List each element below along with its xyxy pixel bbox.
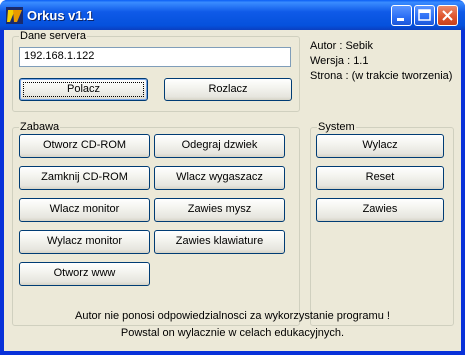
minimize-icon: [397, 18, 404, 21]
minimize-button[interactable]: [391, 5, 412, 26]
play-sound-label: Odegraj dzwiek: [181, 139, 258, 151]
reset-label: Reset: [365, 171, 395, 183]
close-cdrom-label: Zamknij CD-ROM: [41, 171, 128, 183]
maximize-button[interactable]: [414, 5, 435, 26]
client-area: Dane servera 192.168.1.122 Polacz Rozlac…: [4, 30, 461, 351]
monitor-off-button[interactable]: Wylacz monitor: [19, 230, 150, 254]
close-icon: [442, 10, 453, 21]
freeze-mouse-button[interactable]: Zawies mysz: [154, 198, 285, 222]
open-www-label: Otworz www: [53, 267, 116, 279]
monitor-off-label: Wylacz monitor: [46, 235, 123, 247]
close-cdrom-button[interactable]: Zamknij CD-ROM: [19, 166, 150, 190]
connect-button[interactable]: Polacz: [19, 78, 148, 101]
screensaver-on-button[interactable]: Wlacz wygaszacz: [154, 166, 285, 190]
open-www-button[interactable]: Otworz www: [19, 262, 150, 286]
open-cdrom-label: Otworz CD-ROM: [42, 139, 127, 151]
system-group-label: System: [317, 121, 356, 133]
focus-rect: [23, 82, 144, 97]
title-bar[interactable]: Orkus v1.1: [0, 0, 465, 30]
version-info: Wersja : 1.1: [310, 55, 369, 67]
screensaver-on-label: Wlacz wygaszacz: [176, 171, 263, 183]
app-window: Orkus v1.1 Dane servera 192.168.1.122 Po…: [0, 0, 465, 355]
monitor-on-button[interactable]: Wlacz monitor: [19, 198, 150, 222]
app-logo-icon: [6, 7, 23, 24]
play-sound-button[interactable]: Odegraj dzwiek: [154, 134, 285, 158]
freeze-mouse-label: Zawies mysz: [187, 203, 252, 215]
author-info: Autor : Sebik: [310, 40, 373, 52]
monitor-on-label: Wlacz monitor: [49, 203, 120, 215]
freeze-system-button[interactable]: Zawies: [316, 198, 444, 222]
shutdown-label: Wylacz: [362, 139, 398, 151]
disclaimer-line-1: Autor nie ponosi odpowiedzialnosci za wy…: [75, 310, 390, 322]
freeze-keyboard-label: Zawies klawiature: [175, 235, 264, 247]
server-group-label: Dane servera: [19, 30, 88, 42]
close-button[interactable]: [437, 5, 458, 26]
shutdown-button[interactable]: Wylacz: [316, 134, 444, 158]
disconnect-button-label: Rozlacz: [208, 83, 248, 95]
disconnect-button[interactable]: Rozlacz: [164, 78, 292, 101]
open-cdrom-button[interactable]: Otworz CD-ROM: [19, 134, 150, 158]
reset-button[interactable]: Reset: [316, 166, 444, 190]
server-ip-input[interactable]: 192.168.1.122: [19, 47, 291, 67]
freeze-keyboard-button[interactable]: Zawies klawiature: [154, 230, 285, 254]
website-info: Strona : (w trakcie tworzenia): [310, 70, 453, 82]
freeze-system-label: Zawies: [362, 203, 398, 215]
disclaimer-line-2: Powstal on wylacznie w celach edukacyjny…: [120, 327, 345, 339]
fun-group-label: Zabawa: [19, 121, 61, 133]
window-title: Orkus v1.1: [27, 8, 94, 23]
maximize-icon: [418, 9, 431, 21]
